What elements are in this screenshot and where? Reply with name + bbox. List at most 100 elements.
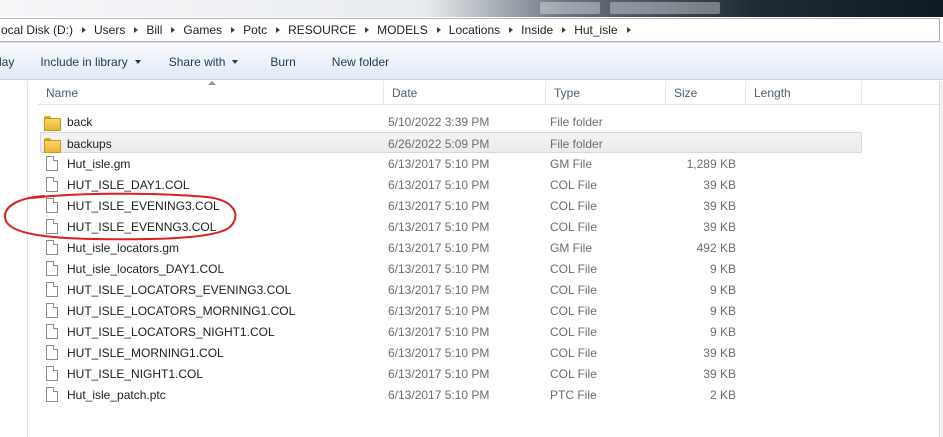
- share-with-label: Share with: [168, 54, 226, 69]
- file-row[interactable]: Hut_isle_locators_DAY1.COL 6/13/2017 5:1…: [40, 258, 862, 279]
- red-circle-stroke: [4, 192, 237, 241]
- file-date: 6/13/2017 5:10 PM: [388, 261, 490, 276]
- file-type: File folder: [550, 114, 603, 129]
- column-header-length-label: Length: [754, 85, 791, 100]
- breadcrumb-arrow-icon[interactable]: [276, 27, 281, 33]
- breadcrumb-games[interactable]: Games: [180, 19, 225, 41]
- file-size: 39 KB: [703, 219, 736, 234]
- file-name-cell: HUT_ISLE_NIGHT1.COL: [44, 363, 203, 384]
- breadcrumb-arrow-icon[interactable]: [231, 27, 236, 33]
- column-header-size[interactable]: Size: [666, 80, 746, 105]
- breadcrumb-arrow-icon[interactable]: [171, 27, 176, 33]
- command-toolbar: lay Include in library Share with Burn N…: [0, 44, 943, 80]
- burn-button[interactable]: Burn: [261, 49, 304, 75]
- breadcrumb[interactable]: ocal Disk (D:) Users Bill Games Potc RES…: [0, 18, 940, 42]
- breadcrumb-models[interactable]: MODELS: [374, 19, 431, 41]
- breadcrumb-arrow-icon[interactable]: [134, 27, 139, 33]
- file-type: COL File: [550, 198, 597, 213]
- file-type: File folder: [550, 136, 603, 151]
- file-row[interactable]: HUT_ISLE_MORNING1.COL 6/13/2017 5:10 PM …: [40, 342, 862, 363]
- file-name: HUT_ISLE_LOCATORS_NIGHT1.COL: [67, 324, 275, 339]
- file-size: 9 KB: [709, 303, 736, 318]
- file-name-cell: Hut_isle_locators_DAY1.COL: [44, 258, 224, 279]
- file-size: 39 KB: [703, 366, 736, 381]
- file-date: 6/13/2017 5:10 PM: [388, 366, 490, 381]
- breadcrumb-locations[interactable]: Locations: [446, 19, 503, 41]
- column-header-type-label: Type: [554, 85, 581, 100]
- breadcrumb-arrow-icon[interactable]: [626, 27, 631, 33]
- window-right-edge: [939, 81, 943, 437]
- file-type: GM File: [550, 156, 592, 171]
- breadcrumb-local-disk[interactable]: ocal Disk (D:): [0, 19, 76, 41]
- column-header-type[interactable]: Type: [546, 80, 666, 105]
- file-date: 6/13/2017 5:10 PM: [388, 219, 490, 234]
- file-type: COL File: [550, 261, 597, 276]
- file-size: 2 KB: [709, 387, 736, 402]
- file-row[interactable]: Hut_isle_patch.ptc 6/13/2017 5:10 PM PTC…: [40, 384, 862, 405]
- address-bar[interactable]: ocal Disk (D:) Users Bill Games Potc RES…: [0, 17, 943, 43]
- breadcrumb-users[interactable]: Users: [91, 19, 128, 41]
- file-row[interactable]: HUT_ISLE_NIGHT1.COL 6/13/2017 5:10 PM CO…: [40, 363, 862, 384]
- file-type: COL File: [550, 177, 597, 192]
- file-icon: [46, 261, 58, 276]
- file-row[interactable]: HUT_ISLE_LOCATORS_EVENING3.COL 6/13/2017…: [40, 279, 862, 300]
- file-name-cell: Hut_isle_patch.ptc: [44, 384, 166, 405]
- play-button[interactable]: lay: [0, 49, 31, 75]
- breadcrumb-hut-isle[interactable]: Hut_isle: [571, 19, 620, 41]
- file-row[interactable]: HUT_ISLE_LOCATORS_MORNING1.COL 6/13/2017…: [40, 300, 862, 321]
- file-icon: [46, 240, 58, 255]
- column-header-name-label: Name: [46, 85, 79, 100]
- include-in-library-label: Include in library: [40, 54, 128, 69]
- breadcrumb-inside[interactable]: Inside: [518, 19, 556, 41]
- file-date: 6/13/2017 5:10 PM: [388, 156, 490, 171]
- breadcrumb-bill[interactable]: Bill: [143, 19, 165, 41]
- file-icon: [46, 366, 58, 381]
- breadcrumb-resource[interactable]: RESOURCE: [285, 19, 359, 41]
- file-type: COL File: [550, 324, 597, 339]
- file-row-selected[interactable]: backups 6/26/2022 5:09 PM File folder: [40, 132, 862, 153]
- file-name: Hut_isle_locators.gm: [67, 240, 180, 255]
- file-size: 9 KB: [709, 261, 736, 276]
- breadcrumb-arrow-icon[interactable]: [562, 27, 567, 33]
- file-date: 6/13/2017 5:10 PM: [388, 303, 490, 318]
- file-date: 6/13/2017 5:10 PM: [388, 387, 490, 402]
- chevron-down-icon: [134, 60, 141, 64]
- file-date: 6/13/2017 5:10 PM: [388, 177, 490, 192]
- file-date: 6/13/2017 5:10 PM: [388, 282, 490, 297]
- file-size: 9 KB: [709, 282, 736, 297]
- column-header-length[interactable]: Length: [746, 80, 862, 105]
- file-name-cell: HUT_ISLE_LOCATORS_NIGHT1.COL: [44, 321, 275, 342]
- file-date: 6/13/2017 5:10 PM: [388, 345, 490, 360]
- file-row[interactable]: back 5/10/2022 3:39 PM File folder: [40, 111, 862, 132]
- file-icon: [46, 324, 58, 339]
- breadcrumb-arrow-icon[interactable]: [82, 27, 87, 33]
- include-in-library-button[interactable]: Include in library: [31, 49, 149, 75]
- file-size: 39 KB: [703, 177, 736, 192]
- file-list-pane[interactable]: Name Date Type Size Length back 5/10/202…: [0, 80, 943, 437]
- file-icon: [46, 282, 58, 297]
- file-name-cell: HUT_ISLE_LOCATORS_EVENING3.COL: [44, 279, 291, 300]
- breadcrumb-potc[interactable]: Potc: [240, 19, 270, 41]
- breadcrumb-arrow-icon[interactable]: [365, 27, 370, 33]
- file-name: Hut_isle_locators_DAY1.COL: [67, 261, 225, 276]
- file-size: [667, 133, 737, 154]
- new-folder-button[interactable]: New folder: [323, 49, 398, 75]
- breadcrumb-arrow-icon[interactable]: [509, 27, 514, 33]
- file-type: COL File: [550, 303, 597, 318]
- breadcrumb-arrow-icon[interactable]: [436, 27, 441, 33]
- column-header-name[interactable]: Name: [38, 80, 384, 105]
- file-name: Hut_isle.gm: [67, 156, 131, 171]
- file-row[interactable]: HUT_ISLE_LOCATORS_NIGHT1.COL 6/13/2017 5…: [40, 321, 862, 342]
- file-icon: [46, 345, 58, 360]
- file-name-cell: HUT_ISLE_LOCATORS_MORNING1.COL: [44, 300, 295, 321]
- file-size: 39 KB: [703, 198, 736, 213]
- file-icon: [46, 177, 58, 192]
- file-name: Hut_isle_patch.ptc: [67, 387, 166, 402]
- file-type: COL File: [550, 366, 597, 381]
- file-name-cell: back: [44, 111, 92, 132]
- file-name-cell: HUT_ISLE_MORNING1.COL: [44, 342, 224, 363]
- file-row[interactable]: Hut_isle.gm 6/13/2017 5:10 PM GM File 1,…: [40, 153, 862, 174]
- column-header-date[interactable]: Date: [384, 80, 546, 105]
- share-with-button[interactable]: Share with: [160, 49, 248, 75]
- file-date: 6/13/2017 5:10 PM: [388, 324, 490, 339]
